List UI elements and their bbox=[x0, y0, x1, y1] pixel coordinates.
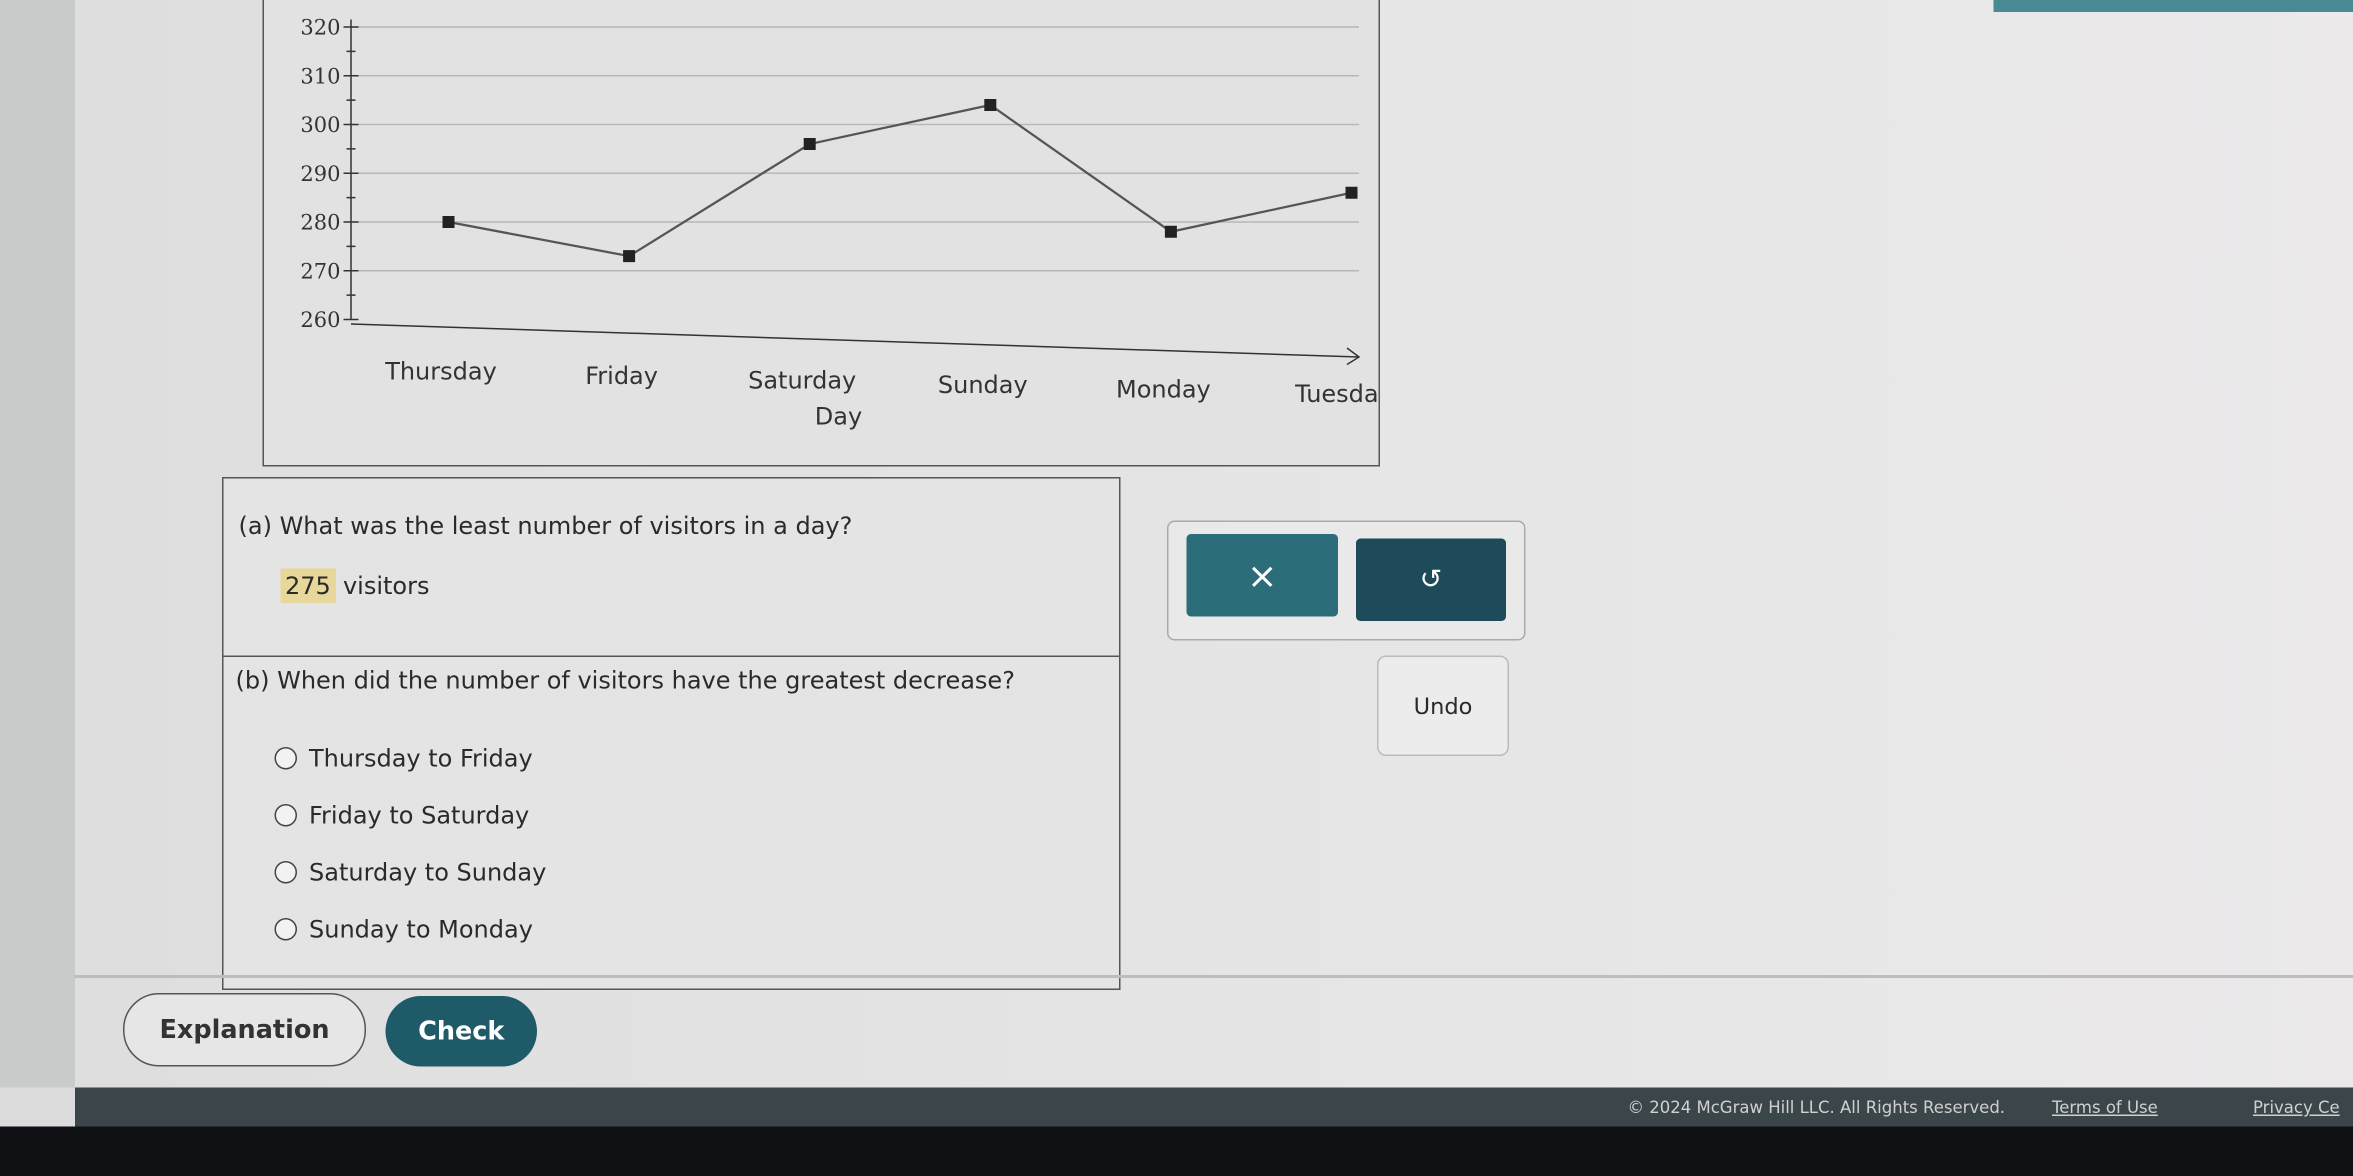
question-b: (b) When did the number of visitors have… bbox=[235, 666, 1015, 695]
check-button[interactable]: Check bbox=[385, 996, 537, 1067]
x-tick-label: Friday bbox=[585, 362, 658, 390]
action-panel: × ↺ bbox=[1167, 520, 1526, 641]
radio-icon[interactable] bbox=[274, 918, 297, 941]
data-point bbox=[1345, 186, 1358, 199]
privacy-link[interactable]: Privacy Ce bbox=[2253, 1098, 2340, 1118]
option-label: Sunday to Monday bbox=[309, 915, 533, 944]
top-strip bbox=[1993, 0, 2353, 12]
y-tick-label: 320 bbox=[300, 16, 340, 40]
clear-button[interactable]: × bbox=[1186, 534, 1338, 617]
x-tick-label: Monday bbox=[1116, 376, 1211, 404]
copyright: © 2024 McGraw Hill LLC. All Rights Reser… bbox=[1627, 1098, 2006, 1118]
x-axis-label: Day bbox=[815, 403, 862, 431]
line-chart: 260 270 280 290 300 310 320 Thursday Friday Satur… bbox=[300, 16, 1378, 431]
x-axis bbox=[350, 323, 1360, 358]
answer-input[interactable]: 275 bbox=[280, 568, 336, 603]
series-line bbox=[448, 103, 1352, 258]
x-tick-label: Thursday bbox=[384, 358, 497, 386]
x-tick-label: Saturday bbox=[748, 367, 856, 395]
left-margin bbox=[0, 0, 75, 1088]
y-tick-label: 260 bbox=[300, 308, 340, 332]
option-label: Saturday to Sunday bbox=[309, 858, 547, 887]
screen: 260 270 280 290 300 310 320 Thursday Friday Satur… bbox=[0, 0, 2353, 1176]
option-friday-saturday[interactable]: Friday to Saturday bbox=[274, 801, 530, 830]
chart-panel: 260 270 280 290 300 310 320 Thursday Friday Satur… bbox=[262, 0, 1380, 467]
radio-icon[interactable] bbox=[274, 861, 297, 884]
y-tick-label: 300 bbox=[300, 113, 340, 137]
explanation-button[interactable]: Explanation bbox=[123, 993, 366, 1067]
answer-unit: visitors bbox=[342, 571, 430, 601]
option-label: Friday to Saturday bbox=[309, 801, 530, 830]
x-tick-label: Tuesday bbox=[1294, 380, 1378, 408]
undo-icon: ↺ bbox=[1419, 564, 1443, 596]
divider bbox=[223, 655, 1119, 657]
undo-tooltip: Undo bbox=[1377, 655, 1509, 756]
x-tick-label: Sunday bbox=[938, 371, 1028, 399]
question-a: (a) What was the least number of visitor… bbox=[238, 511, 853, 541]
y-tick-label: 310 bbox=[300, 64, 340, 88]
option-saturday-sunday[interactable]: Saturday to Sunday bbox=[274, 858, 547, 887]
terms-link[interactable]: Terms of Use bbox=[2052, 1098, 2158, 1118]
data-point bbox=[1164, 225, 1177, 238]
question-panel: (a) What was the least number of visitor… bbox=[222, 477, 1121, 990]
data-point bbox=[803, 138, 816, 150]
radio-icon[interactable] bbox=[274, 804, 297, 827]
divider bbox=[75, 975, 2353, 978]
option-thursday-friday[interactable]: Thursday to Friday bbox=[274, 744, 533, 773]
y-tick-label: 280 bbox=[300, 211, 340, 235]
footer: © 2024 McGraw Hill LLC. All Rights Reser… bbox=[75, 1087, 2353, 1127]
y-tick-label: 270 bbox=[300, 259, 340, 283]
data-point bbox=[623, 250, 636, 263]
option-sunday-monday[interactable]: Sunday to Monday bbox=[274, 915, 533, 944]
screen-bezel bbox=[0, 1126, 2353, 1176]
radio-icon[interactable] bbox=[274, 747, 297, 770]
data-point bbox=[442, 216, 455, 228]
option-label: Thursday to Friday bbox=[309, 744, 533, 773]
undo-button[interactable]: ↺ bbox=[1356, 538, 1506, 621]
data-point bbox=[984, 99, 997, 111]
y-tick-label: 290 bbox=[300, 162, 340, 186]
answer-a: 275 visitors bbox=[280, 568, 430, 603]
